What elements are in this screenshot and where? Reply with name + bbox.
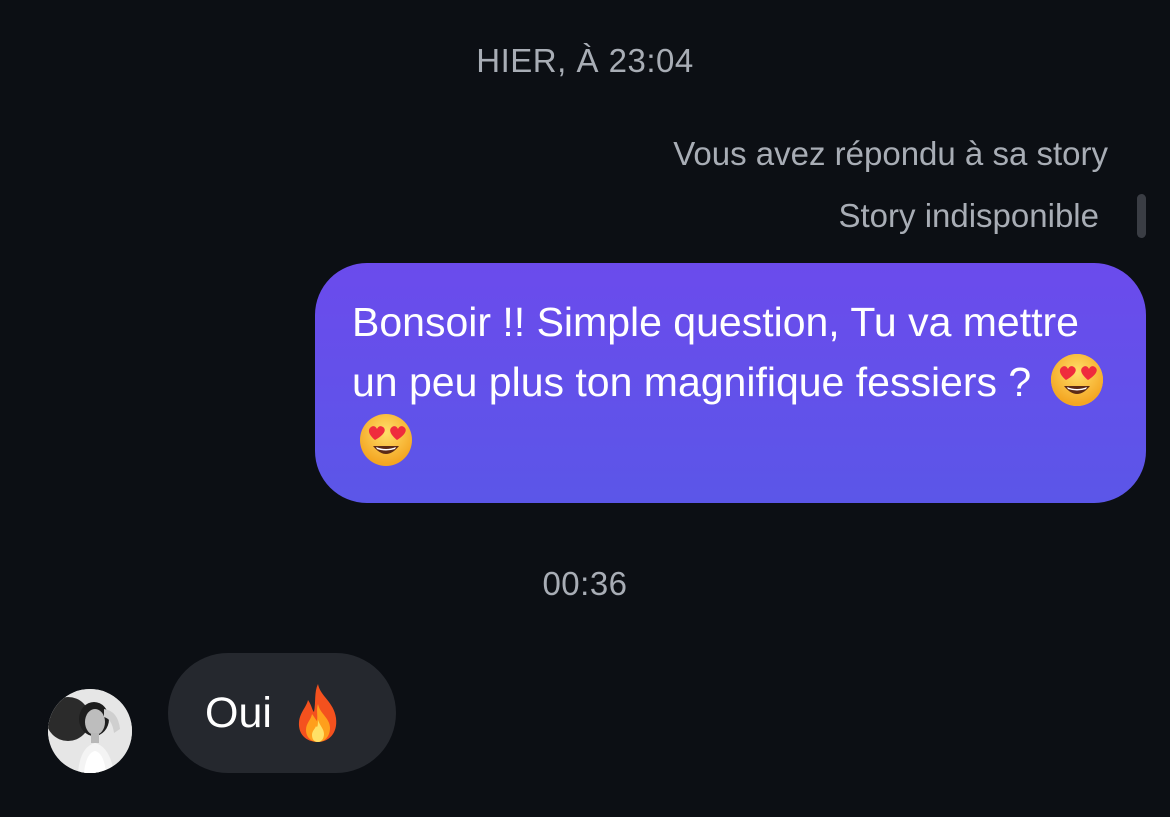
heart-eyes-emoji-icon bbox=[1049, 352, 1105, 408]
story-preview-placeholder[interactable] bbox=[1137, 194, 1146, 238]
story-reference[interactable]: Story indisponible bbox=[838, 194, 1146, 238]
timestamp-yesterday: HIER, À 23:04 bbox=[476, 42, 694, 79]
incoming-message-bubble[interactable]: Oui bbox=[168, 653, 396, 773]
incoming-message-text: Oui bbox=[205, 688, 272, 737]
story-reply-note: Vous avez répondu à sa story bbox=[673, 135, 1108, 172]
outgoing-message-bubble[interactable]: Bonsoir !! Simple question, Tu va mettre… bbox=[315, 263, 1146, 503]
outgoing-message-text: Bonsoir !! Simple question, Tu va mettre… bbox=[352, 299, 1079, 405]
fire-emoji-icon bbox=[290, 682, 346, 744]
contact-avatar[interactable] bbox=[48, 689, 132, 773]
timestamp-today: 00:36 bbox=[542, 565, 628, 602]
story-unavailable-label: Story indisponible bbox=[838, 197, 1100, 234]
heart-eyes-emoji-icon bbox=[358, 412, 414, 468]
